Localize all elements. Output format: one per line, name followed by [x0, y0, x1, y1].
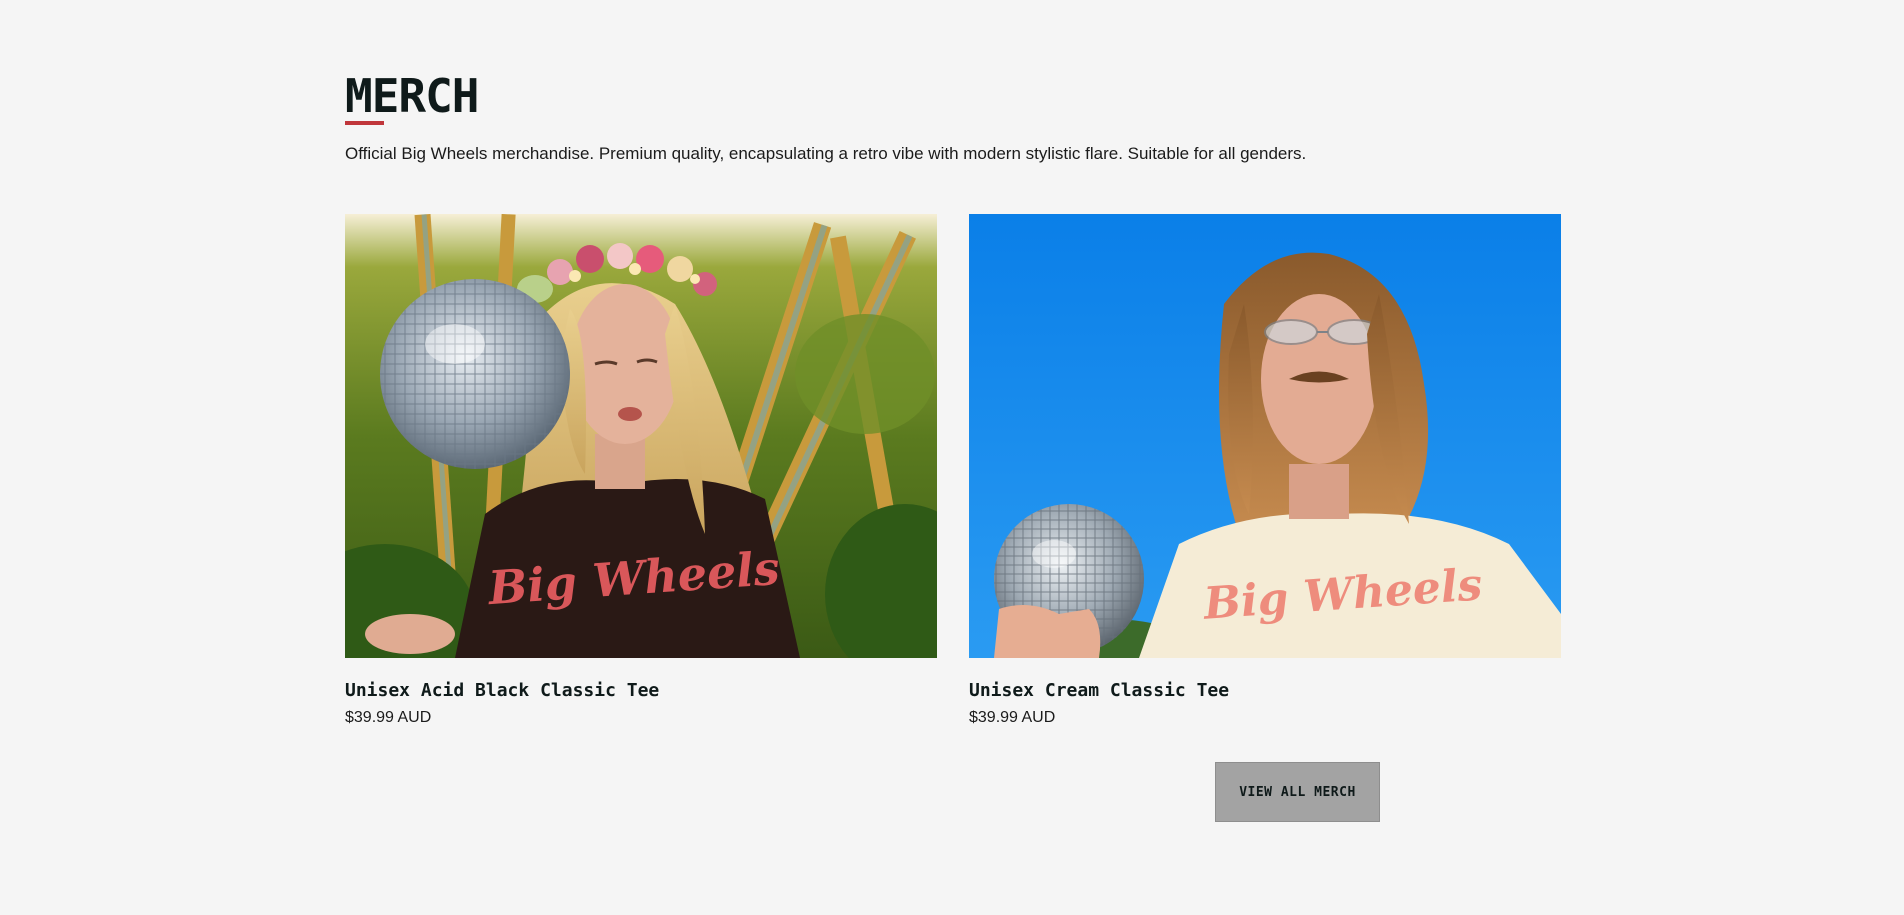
product-image[interactable]: Big Wheels	[345, 214, 937, 658]
section-title: MERCH	[345, 69, 479, 123]
product-card[interactable]: Big Wheels Unisex Acid Black Classic Tee…	[345, 214, 937, 726]
product-photo-cream-tee: Big Wheels	[969, 214, 1561, 658]
product-price: $39.99 AUD	[969, 709, 1056, 726]
title-underline	[345, 121, 384, 125]
view-all-merch-button[interactable]: VIEW ALL MERCH	[1215, 762, 1380, 822]
product-price: $39.99 AUD	[345, 709, 432, 726]
product-image[interactable]: Big Wheels	[969, 214, 1561, 658]
product-name[interactable]: Unisex Acid Black Classic Tee	[345, 679, 659, 703]
product-photo-black-tee: Big Wheels	[345, 214, 937, 658]
product-name[interactable]: Unisex Cream Classic Tee	[969, 679, 1229, 703]
section-description: Official Big Wheels merchandise. Premium…	[345, 144, 1307, 163]
product-card[interactable]: Big Wheels Unisex Cream Classic Tee $39.…	[969, 214, 1561, 726]
